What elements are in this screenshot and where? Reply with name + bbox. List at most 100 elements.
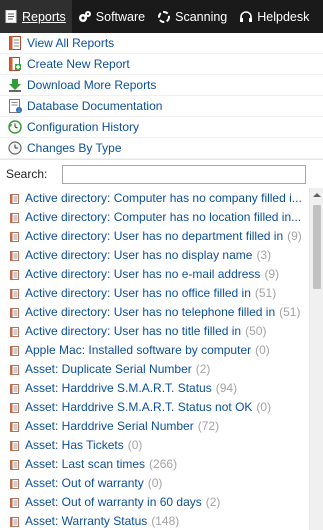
menu-item-label: Download More Reports <box>27 78 157 92</box>
report-title: Active directory: Computer has no compan… <box>25 190 302 205</box>
report-item-icon <box>10 440 19 451</box>
report-item-icon <box>10 364 19 375</box>
report-count: (51) <box>279 304 301 319</box>
create-report-icon <box>8 57 22 71</box>
menu-item-label: Database Documentation <box>27 99 163 113</box>
report-count: (2) <box>195 361 211 376</box>
menu-view-all-reports[interactable]: View All Reports <box>0 33 323 54</box>
report-title: Apple Mac: Installed software by compute… <box>25 342 252 357</box>
report-title: Active directory: User has no telephone … <box>25 304 276 319</box>
report-item-icon <box>10 421 19 432</box>
menu-create-new-report[interactable]: Create New Report <box>0 54 323 75</box>
report-item-icon <box>10 307 19 318</box>
search-label: Search: <box>6 167 48 181</box>
report-list-item[interactable]: Active directory: User has no display na… <box>0 245 309 264</box>
report-list-item[interactable]: Active directory: User has no telephone … <box>0 302 309 321</box>
report-count: (0) <box>256 399 272 414</box>
software-icon <box>78 10 92 24</box>
scroll-up-arrow-icon[interactable] <box>310 188 323 202</box>
report-list-item[interactable]: Active directory: User has no e-mail add… <box>0 264 309 283</box>
top-navigation-bar: Reports Software Scanning Helpdesk <box>0 0 323 33</box>
report-item-icon <box>10 288 19 299</box>
report-list-item[interactable]: Apple Mac: Installed software by compute… <box>0 340 309 359</box>
report-list-item[interactable]: Asset: Warranty Status (148) <box>0 511 309 530</box>
tab-scanning-label: Scanning <box>175 9 228 24</box>
report-list-item[interactable]: Asset: Last scan times (266) <box>0 454 309 473</box>
report-title: Active directory: User has no e-mail add… <box>25 266 261 281</box>
report-count: (2) <box>205 494 221 509</box>
report-list-item[interactable]: Asset: Duplicate Serial Number (2) <box>0 359 309 378</box>
tab-reports[interactable]: Reports <box>0 0 72 33</box>
report-title: Asset: Warranty Status <box>25 513 148 528</box>
report-title: Active directory: User has no office fil… <box>25 285 251 300</box>
report-item-icon <box>10 326 19 337</box>
report-list-item[interactable]: Asset: Harddrive S.M.A.R.T. Status (94) <box>0 378 309 397</box>
report-count: (94) <box>215 380 238 395</box>
report-item-icon <box>10 269 19 280</box>
reports-menu: View All Reports Create New Report Downl… <box>0 33 323 160</box>
report-count: (51) <box>254 285 277 300</box>
search-input[interactable] <box>62 164 306 184</box>
report-list-item[interactable]: Active directory: User has no title fill… <box>0 321 309 340</box>
tab-scanning[interactable]: Scanning <box>153 0 233 33</box>
report-list-item[interactable]: Active directory: Computer has no compan… <box>0 188 309 207</box>
report-item-icon <box>10 231 19 242</box>
report-count: (148) <box>151 513 180 528</box>
menu-item-label: Create New Report <box>27 57 130 71</box>
report-title: Asset: Duplicate Serial Number <box>25 361 192 376</box>
scrollbar[interactable] <box>309 188 323 530</box>
report-item-icon <box>10 478 19 489</box>
report-list-item[interactable]: Asset: Out of warranty (0) <box>0 473 309 492</box>
report-title: Asset: Harddrive S.M.A.R.T. Status not O… <box>25 399 253 414</box>
menu-configuration-history[interactable]: Configuration History <box>0 117 323 138</box>
menu-item-label: View All Reports <box>27 36 115 50</box>
report-item-icon <box>10 383 19 394</box>
report-list-item[interactable]: Asset: Has Tickets (0) <box>0 435 309 454</box>
report-count: (9) <box>287 228 302 243</box>
svg-text:i: i <box>18 108 19 113</box>
report-count: (0) <box>127 437 143 452</box>
report-title: Asset: Has Tickets <box>25 437 124 452</box>
menu-database-documentation[interactable]: i Database Documentation <box>0 96 323 117</box>
report-title: Asset: Harddrive S.M.A.R.T. Status <box>25 380 212 395</box>
scanning-icon <box>157 10 171 24</box>
report-list-item[interactable]: Active directory: User has no office fil… <box>0 283 309 302</box>
report-count: (3) <box>256 247 272 262</box>
scroll-thumb[interactable] <box>313 205 321 289</box>
tab-software-label: Software <box>95 9 146 24</box>
report-title: Asset: Out of warranty in 60 days <box>25 494 202 509</box>
report-title: Active directory: Computer has no locati… <box>25 209 302 224</box>
report-title: Asset: Out of warranty <box>25 475 144 490</box>
report-list-item[interactable]: Active directory: Computer has no locati… <box>0 207 309 226</box>
report-list-item[interactable]: Asset: Harddrive Serial Number (72) <box>0 416 309 435</box>
report-count: (0) <box>147 475 163 490</box>
report-list-container: Active directory: Computer has no compan… <box>0 188 323 530</box>
download-icon <box>8 78 22 92</box>
tab-helpdesk-label: Helpdesk <box>257 9 310 24</box>
report-title: Active directory: User has no title fill… <box>25 323 242 338</box>
reports-icon <box>4 10 18 24</box>
menu-item-label: Changes By Type <box>27 141 122 155</box>
history-icon <box>8 120 22 134</box>
report-list-item[interactable]: Asset: Out of warranty in 60 days (2) <box>0 492 309 511</box>
report-title: Active directory: User has no display na… <box>25 247 253 262</box>
tab-software[interactable]: Software <box>74 0 151 33</box>
report-item-icon <box>10 193 19 204</box>
report-title: Asset: Last scan times <box>25 456 146 471</box>
report-list-item[interactable]: Asset: Harddrive S.M.A.R.T. Status not O… <box>0 397 309 416</box>
clock-icon <box>8 141 22 155</box>
menu-item-label: Configuration History <box>27 120 140 134</box>
report-list: Active directory: Computer has no compan… <box>0 188 309 530</box>
report-item-icon <box>10 250 19 261</box>
database-doc-icon: i <box>8 99 22 113</box>
tab-reports-label: Reports <box>22 9 66 24</box>
report-count: (0) <box>255 342 270 357</box>
menu-changes-by-type[interactable]: Changes By Type <box>0 138 323 159</box>
search-row: Search: <box>0 163 323 185</box>
report-title: Asset: Harddrive Serial Number <box>25 418 194 433</box>
tab-helpdesk[interactable]: Helpdesk <box>235 0 315 33</box>
report-list-item[interactable]: Active directory: User has no department… <box>0 226 309 245</box>
menu-download-more-reports[interactable]: Download More Reports <box>0 75 323 96</box>
helpdesk-icon <box>239 10 253 24</box>
report-item-icon <box>10 459 19 470</box>
